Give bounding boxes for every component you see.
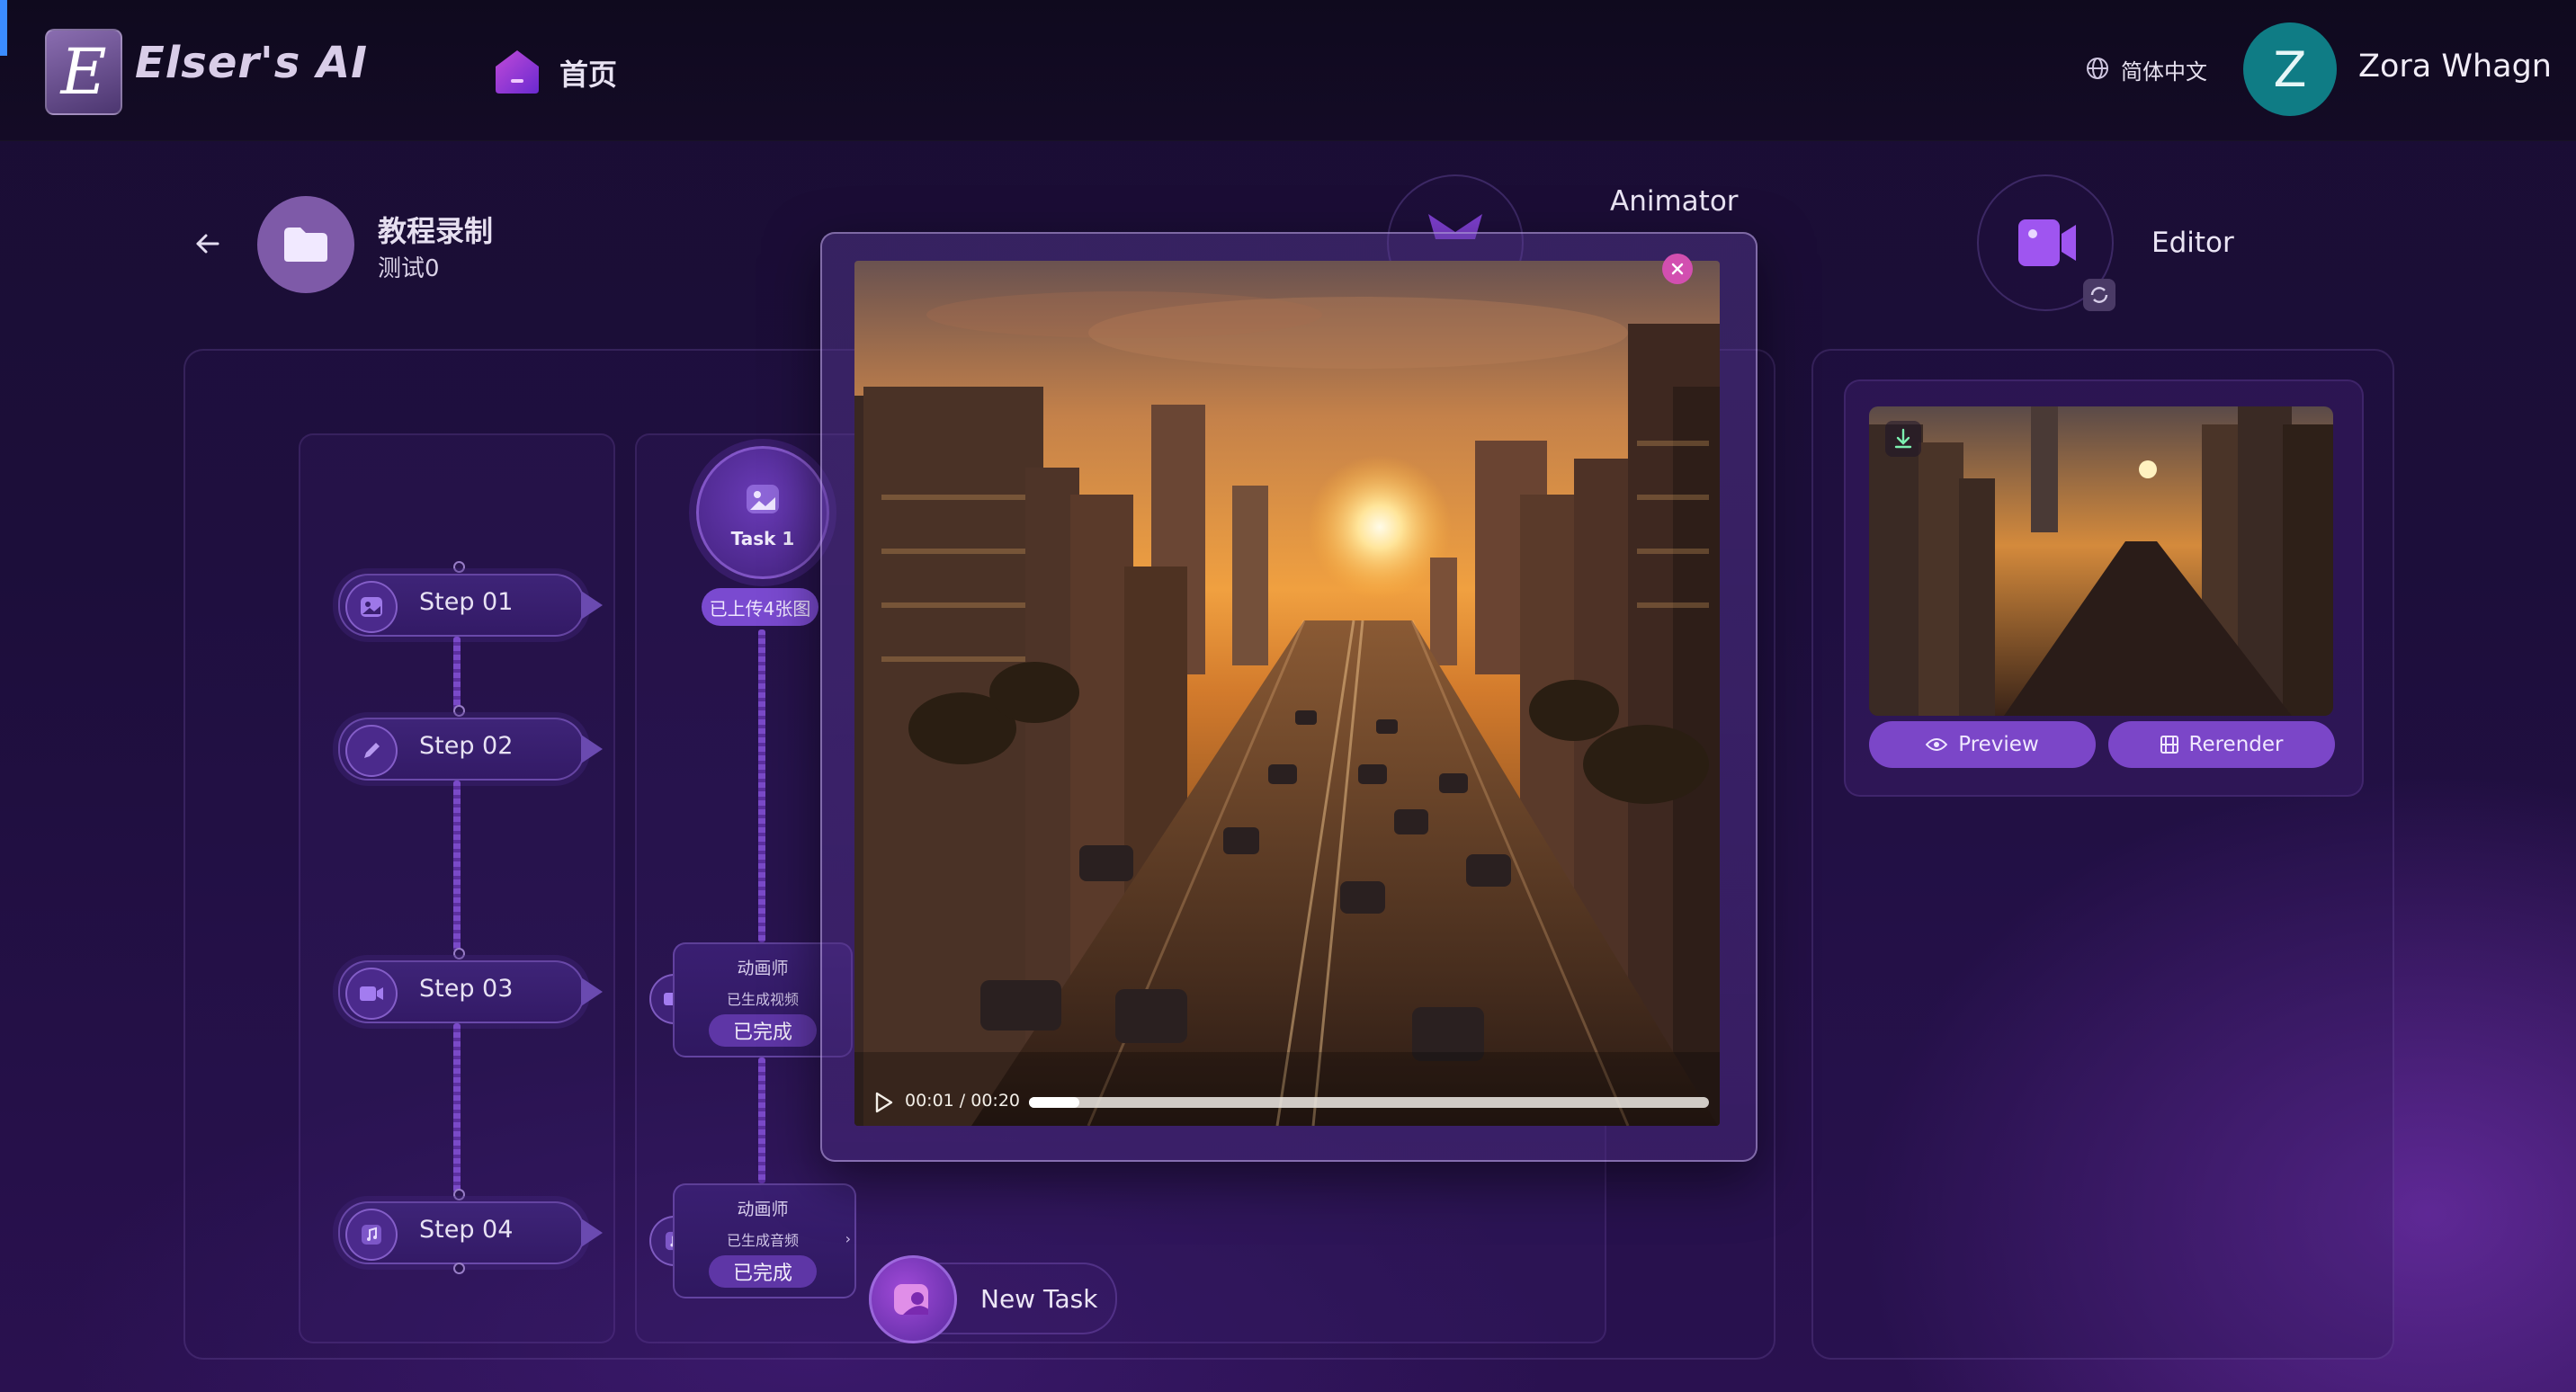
new-task-button[interactable]: New Task xyxy=(869,1255,1117,1343)
step-arrow xyxy=(581,977,603,1006)
connector-dot xyxy=(453,705,465,717)
play-icon[interactable] xyxy=(874,1092,894,1113)
rerender-button[interactable]: Rerender xyxy=(2108,721,2335,768)
step-connector xyxy=(453,637,461,710)
chevron-right-icon[interactable]: › xyxy=(845,1230,851,1247)
step-arrow xyxy=(581,735,603,763)
connector-dot xyxy=(453,561,465,573)
completed-badge: 已完成 xyxy=(709,1255,817,1288)
connector-dot xyxy=(453,1189,465,1200)
close-modal-button[interactable] xyxy=(1662,254,1693,284)
step-03[interactable]: Step 03 xyxy=(338,960,603,1023)
step-label: Step 01 xyxy=(419,588,514,616)
project-subtitle: 测试0 xyxy=(378,255,440,282)
task-connector xyxy=(758,629,765,942)
eye-icon xyxy=(1926,738,1948,751)
animator-stage-label: Animator xyxy=(1610,185,1739,218)
image-icon xyxy=(747,485,779,513)
connector-dot xyxy=(453,1263,465,1274)
card-status: 已生成音频 xyxy=(726,1232,799,1249)
completed-badge: 已完成 xyxy=(709,1014,817,1047)
step-label: Step 03 xyxy=(419,975,514,1003)
step-02[interactable]: Step 02 xyxy=(338,718,603,781)
brand-name: Elser's AI xyxy=(135,38,369,88)
step-arrow xyxy=(581,591,603,620)
step-label: Step 04 xyxy=(419,1216,514,1244)
download-icon[interactable] xyxy=(1885,421,1921,457)
preview-label: Preview xyxy=(1958,733,2039,756)
task-node[interactable]: Task 1 xyxy=(696,446,829,579)
top-bar: E Elser's AI 首页 简体中文 Z Zora Whagn xyxy=(0,0,2576,141)
uploaded-badge: 已上传4张图 xyxy=(702,588,818,626)
step-connector xyxy=(453,1023,461,1194)
video-icon xyxy=(345,968,398,1020)
task-connector xyxy=(758,1057,765,1183)
language-selector[interactable]: 简体中文 xyxy=(2121,54,2207,85)
globe-icon[interactable] xyxy=(2085,56,2110,81)
step-arrow xyxy=(581,1218,603,1247)
project-folder xyxy=(257,196,354,293)
film-icon xyxy=(2160,736,2178,754)
user-name[interactable]: Zora Whagn xyxy=(2358,49,2552,85)
step-01[interactable]: Step 01 xyxy=(338,574,603,637)
nav-home[interactable]: 首页 xyxy=(559,52,617,94)
video-time: 00:01 / 00:20 xyxy=(905,1091,1020,1111)
step-connector xyxy=(453,781,461,951)
video-progress-fill xyxy=(1029,1097,1079,1108)
pen-icon xyxy=(345,725,398,777)
window-corner-marker xyxy=(0,0,7,56)
avatar[interactable]: Z xyxy=(2243,22,2337,116)
card-role: 动画师 xyxy=(737,1200,789,1219)
animator-audio-card[interactable]: 动画师 已生成音频 已完成 › xyxy=(673,1183,856,1298)
new-task-label: New Task xyxy=(980,1284,1098,1314)
video-progress-bar[interactable] xyxy=(1029,1097,1709,1108)
home-icon[interactable] xyxy=(490,47,544,95)
project-title: 教程录制 xyxy=(378,214,494,248)
video-player[interactable] xyxy=(854,261,1720,1126)
step-04[interactable]: Step 04 xyxy=(338,1201,603,1264)
new-task-icon xyxy=(869,1255,957,1343)
folder-icon xyxy=(284,228,327,262)
render-thumbnail[interactable] xyxy=(1869,406,2333,716)
preview-button[interactable]: Preview xyxy=(1869,721,2096,768)
close-icon xyxy=(1671,263,1684,275)
app-logo[interactable]: E xyxy=(45,29,122,115)
image-icon xyxy=(345,581,398,633)
music-icon xyxy=(345,1209,398,1261)
refresh-icon[interactable] xyxy=(2083,279,2115,311)
rerender-label: Rerender xyxy=(2188,733,2284,756)
editor-stage-label: Editor xyxy=(2151,227,2234,259)
back-arrow-icon[interactable] xyxy=(192,228,223,259)
step-label: Step 02 xyxy=(419,732,514,760)
connector-dot xyxy=(453,948,465,959)
task-name: Task 1 xyxy=(730,528,795,549)
